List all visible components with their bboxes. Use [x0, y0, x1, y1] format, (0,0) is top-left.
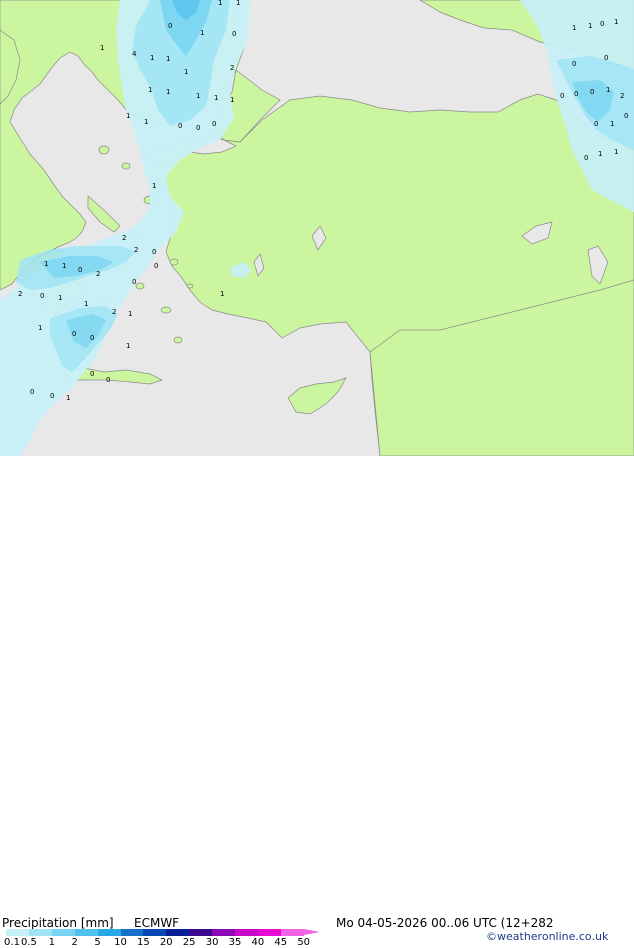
precip-value: 0 — [154, 262, 158, 270]
precip-value: 1 — [128, 310, 132, 318]
precip-value: 2 — [230, 64, 234, 72]
precip-value: 4 — [132, 50, 137, 58]
precip-value: 1 — [100, 44, 104, 52]
precip-value: 1 — [44, 260, 48, 268]
precip-value: 0 — [572, 60, 576, 68]
color-swatch — [189, 929, 213, 936]
scale-tick-label: 40 — [251, 937, 265, 948]
precip-value: 0 — [40, 292, 44, 300]
precip-value: 0 — [30, 388, 34, 396]
precip-value: 1 — [230, 96, 234, 104]
precip-value: 0 — [604, 54, 608, 62]
color-swatch — [257, 929, 281, 936]
color-swatch — [143, 929, 167, 936]
precip-value: 2 — [122, 234, 126, 242]
precip-value: 2 — [112, 308, 116, 316]
precip-value: 1 — [126, 342, 130, 350]
precip-value: 1 — [150, 54, 154, 62]
precip-value: 1 — [214, 94, 218, 102]
precip-value: 1 — [614, 18, 618, 26]
precip-value: 2 — [96, 270, 100, 278]
legend-title: Precipitation [mm] — [2, 916, 114, 930]
scale-tick-label: 1 — [48, 937, 55, 948]
precip-value: 0 — [212, 120, 216, 128]
scale-tick-label: 35 — [228, 937, 242, 948]
precip-value: 0 — [152, 248, 156, 256]
precip-value: 2 — [620, 92, 624, 100]
precip-value: 1 — [84, 300, 88, 308]
color-swatch — [166, 929, 190, 936]
precip-value: 1 — [598, 150, 602, 158]
precip-value: 1 — [126, 112, 130, 120]
color-scale-arrow — [303, 929, 320, 935]
precip-value: 0 — [232, 30, 236, 38]
precip-value: 0 — [72, 330, 76, 338]
precip-value: 1 — [196, 92, 200, 100]
precip-value: 0 — [560, 92, 564, 100]
precip-value: 0 — [168, 22, 172, 30]
scale-tick-label: 2 — [71, 937, 78, 948]
precip-value: 1 — [58, 294, 62, 302]
precip-value: 1 — [148, 86, 152, 94]
color-swatch — [6, 929, 29, 936]
precip-value: 1 — [166, 88, 170, 96]
scale-tick-label: 10 — [114, 937, 127, 948]
precip-value: 2 — [18, 290, 22, 298]
color-swatch — [235, 929, 258, 936]
precip-value: 0 — [50, 392, 54, 400]
precip-value: 1 — [184, 68, 188, 76]
precip-value: 1 — [236, 0, 240, 7]
precip-value: 1 — [62, 262, 66, 270]
precip-value: 1 — [166, 55, 170, 63]
color-swatch — [120, 929, 144, 936]
credit-link[interactable]: ©weatheronline.co.uk — [486, 930, 608, 943]
precip-value: 0 — [574, 90, 578, 98]
precip-value: 0 — [584, 154, 588, 162]
scale-tick-label: 50 — [297, 937, 311, 948]
precip-value: 1 — [610, 120, 614, 128]
color-swatch — [212, 929, 236, 936]
precip-value: 1 — [220, 290, 224, 298]
precip-value: 1 — [152, 182, 156, 190]
precip-value: 1 — [200, 29, 204, 37]
precip-value: 2 — [134, 246, 138, 254]
color-swatch — [74, 929, 98, 936]
scale-tick-label: 0.5 — [20, 937, 37, 948]
scale-tick-label: 25 — [182, 937, 196, 948]
precip-value: 0 — [600, 20, 604, 28]
color-swatch — [28, 929, 52, 936]
model-name: ECMWF — [134, 916, 180, 930]
legend-panel: Precipitation [mm] ECMWF Mo 04-05-2026 0… — [0, 456, 634, 948]
scale-tick-label: 5 — [94, 937, 101, 948]
color-swatch — [51, 929, 75, 936]
precip-value: 0 — [624, 112, 628, 120]
precip-value: 1 — [614, 148, 618, 156]
precip-value: 1 — [218, 0, 222, 7]
precip-value: 1 — [606, 86, 610, 94]
precip-value: 0 — [594, 120, 598, 128]
scale-tick-label: 15 — [137, 937, 150, 948]
color-swatch — [97, 929, 121, 936]
precip-value: 1 — [38, 324, 42, 332]
precip-value: 0 — [132, 278, 136, 286]
precip-value: 0 — [178, 122, 182, 130]
precip-value: 0 — [196, 124, 200, 132]
scale-tick-label: 30 — [205, 937, 219, 948]
precip-value: 1 — [572, 24, 576, 32]
precip-value: 1 — [588, 22, 592, 30]
color-swatch — [280, 929, 304, 936]
precip-value: 0 — [590, 88, 594, 96]
scale-tick-label: 20 — [159, 937, 173, 948]
precip-value: 0 — [90, 370, 94, 378]
scale-tick-label: 45 — [274, 937, 288, 948]
precip-value: 0 — [78, 266, 82, 274]
scale-tick-label: 0.1 — [4, 937, 20, 948]
precip-value: 0 — [106, 376, 110, 384]
precip-value: 0 — [90, 334, 94, 342]
precip-value: 1 — [144, 118, 148, 126]
precip-value: 1 — [66, 394, 70, 402]
precipitation-map: 101 01 14 1 11 21 1 1 1 10 001121 1 0 22 02 0 112 110 010 0… — [0, 0, 634, 456]
forecast-datetime: Mo 04-05-2026 00..06 UTC (12+282 — [336, 916, 554, 930]
